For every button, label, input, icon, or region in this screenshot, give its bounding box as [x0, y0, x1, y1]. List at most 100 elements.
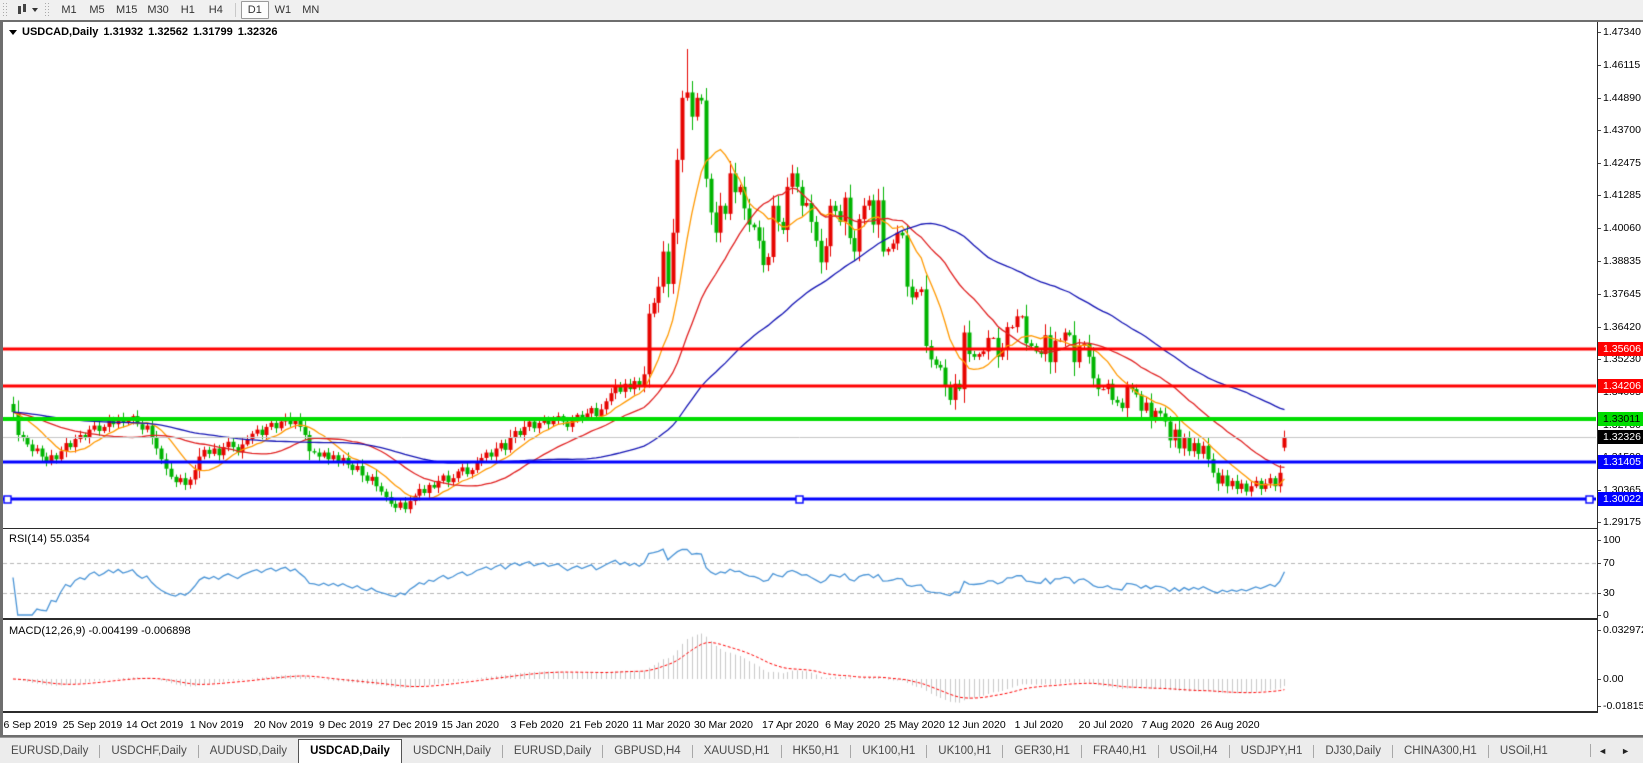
- timeframe-button-m5[interactable]: M5: [83, 1, 111, 19]
- price-tick-label: 1.41285: [1598, 189, 1643, 202]
- chevron-down-icon: [32, 8, 38, 12]
- date-label: 21 Feb 2020: [569, 719, 629, 731]
- price-axis[interactable]: 1.47340 1.46115 1.44890 1.43700 1.42475 1.412…: [1597, 22, 1643, 713]
- price-tick-label: 1.40060: [1598, 222, 1643, 235]
- date-label: 26 Aug 2020: [1200, 719, 1260, 731]
- rsi-tick-label: 0: [1598, 609, 1643, 622]
- date-label: 12 Jun 2020: [947, 719, 1006, 731]
- chart-tab-fra40-h1[interactable]: FRA40,H1: [1082, 741, 1158, 762]
- chart-tab-uk100-h1[interactable]: UK100,H1: [851, 741, 926, 762]
- timeframe-button-m30[interactable]: M30: [142, 1, 173, 19]
- timeframe-button-h1[interactable]: H1: [174, 1, 202, 19]
- date-label: 11 Mar 2020: [632, 719, 691, 731]
- rsi-panel: RSI(14) 55.0354: [3, 530, 1597, 620]
- price-badge: 1.32326: [1598, 430, 1643, 444]
- date-label: 9 Dec 2019: [318, 719, 373, 731]
- chart-tab-audusd-daily[interactable]: AUDUSD,Daily: [199, 741, 298, 762]
- price-badge: 1.34206: [1598, 379, 1643, 394]
- date-label: 1 Nov 2019: [189, 719, 244, 731]
- chart-tab-eurusd-daily[interactable]: EURUSD,Daily: [0, 741, 99, 762]
- timeframe-button-h4[interactable]: H4: [202, 1, 230, 19]
- price-tick-label: 1.44890: [1598, 92, 1643, 105]
- quote-close: 1.32326: [237, 26, 278, 38]
- chart-tab-usdjpy-h1[interactable]: USDJPY,H1: [1230, 741, 1314, 762]
- chart-tab-usoil-h1[interactable]: USOil,H1: [1489, 741, 1559, 762]
- date-label: 27 Dec 2019: [378, 719, 438, 731]
- price-tick-label: 1.47340: [1598, 26, 1643, 39]
- timeframe-button-w1[interactable]: W1: [269, 1, 297, 19]
- date-label: 20 Nov 2019: [253, 719, 314, 731]
- toolbar-grip[interactable]: [2, 3, 9, 17]
- date-label: 1 Jul 2020: [1014, 719, 1064, 731]
- main-chart-canvas[interactable]: [3, 22, 1596, 528]
- timeframe-button-d1[interactable]: D1: [240, 1, 269, 19]
- price-badge: 1.33011: [1598, 411, 1643, 426]
- chart-tab-bar: EURUSD,Daily USDCHF,Daily AUDUSD,Daily USDC…: [0, 737, 1643, 763]
- price-tick-label: 1.43700: [1598, 124, 1643, 137]
- rsi-tick-label: 30: [1598, 587, 1643, 600]
- symbol-period-label: USDCAD,Daily: [22, 26, 99, 38]
- date-label: 15 Jan 2020: [441, 719, 499, 731]
- price-panel: [3, 22, 1597, 529]
- toolbar-grip-2[interactable]: [44, 3, 51, 17]
- candlestick-chart-icon: [17, 4, 28, 16]
- date-label: 3 Feb 2020: [510, 719, 564, 731]
- macd-label: MACD(12,26,9) -0.004199 -0.006898: [9, 625, 191, 637]
- rsi-tick-label: 70: [1598, 557, 1643, 570]
- chart-type-button[interactable]: [13, 3, 42, 17]
- price-tick-label: 1.36420: [1598, 321, 1643, 334]
- scroll-left-icon[interactable]: ◄: [1591, 739, 1614, 763]
- chart-tab-uk100-h1[interactable]: UK100,H1: [927, 741, 1002, 762]
- date-label: 6 Sep 2019: [3, 719, 58, 731]
- macd-tick-label: -0.018154: [1598, 700, 1643, 713]
- date-label: 25 May 2020: [884, 719, 945, 731]
- price-badge: 1.30022: [1598, 492, 1643, 507]
- chart-tab-dj30-daily[interactable]: DJ30,Daily: [1314, 741, 1392, 762]
- price-tick-label: 1.46115: [1598, 59, 1643, 72]
- price-badge: 1.31405: [1598, 454, 1643, 469]
- chart-tab-usoil-h4[interactable]: USOil,H4: [1159, 741, 1229, 762]
- title-dropdown-icon[interactable]: [9, 29, 17, 35]
- time-axis[interactable]: 6 Sep 2019 25 Sep 2019 14 Oct 2019 1 Nov 20…: [3, 715, 1597, 735]
- macd-tick-label: 0.032972: [1598, 624, 1643, 637]
- chart-tab-gbpusd-h4[interactable]: GBPUSD,H4: [603, 741, 691, 762]
- date-label: 17 Apr 2020: [762, 719, 819, 731]
- date-label: 30 Mar 2020: [693, 719, 753, 731]
- date-label: 25 Sep 2019: [62, 719, 123, 731]
- quote-low: 1.31799: [192, 26, 233, 38]
- macd-panel: MACD(12,26,9) -0.004199 -0.006898: [3, 622, 1597, 713]
- timeframe-button-m15[interactable]: M15: [111, 1, 142, 19]
- timeframe-button-mn[interactable]: MN: [297, 1, 325, 19]
- rsi-tick-label: 100: [1598, 534, 1643, 547]
- date-label: 6 May 2020: [825, 719, 880, 731]
- price-tick-label: 1.29175: [1598, 516, 1643, 529]
- macd-canvas[interactable]: [3, 622, 1596, 712]
- timeframe-toolbar: M1 M5 M15 M30 H1 H4 D1 W1 MN: [0, 0, 1643, 20]
- chart-tab-usdcad-daily[interactable]: USDCAD,Daily: [298, 739, 402, 763]
- chart-window: USDCAD,Daily 1.31932 1.32562 1.31799 1.3…: [0, 20, 1643, 737]
- chart-tab-china300-h1[interactable]: CHINA300,H1: [1393, 741, 1488, 762]
- macd-tick-label: 0.00: [1598, 673, 1643, 686]
- chart-tab-hk50-h1[interactable]: HK50,H1: [782, 741, 851, 762]
- rsi-label: RSI(14) 55.0354: [9, 533, 90, 545]
- price-tick-label: 1.38835: [1598, 255, 1643, 268]
- chart-tab-usdchf-daily[interactable]: USDCHF,Daily: [100, 741, 197, 762]
- chart-title: USDCAD,Daily 1.31932 1.32562 1.31799 1.3…: [9, 26, 277, 38]
- date-label: 20 Jul 2020: [1078, 719, 1133, 731]
- price-tick-label: 1.42475: [1598, 157, 1643, 170]
- toolbar-separator: [234, 3, 236, 17]
- quote-high: 1.32562: [148, 26, 188, 38]
- chart-tab-usdcnh-daily[interactable]: USDCNH,Daily: [402, 741, 502, 762]
- chart-tab-xauusd-h1[interactable]: XAUUSD,H1: [693, 741, 781, 762]
- price-tick-label: 1.37645: [1598, 288, 1643, 301]
- chart-tab-eurusd-daily[interactable]: EURUSD,Daily: [503, 741, 602, 762]
- timeframe-button-m1[interactable]: M1: [55, 1, 83, 19]
- trading-platform: M1 M5 M15 M30 H1 H4 D1 W1 MN USDCAD,Daily 1.3193…: [0, 0, 1643, 763]
- price-badge: 1.35606: [1598, 341, 1643, 356]
- date-label: 7 Aug 2020: [1141, 719, 1195, 731]
- date-label: 14 Oct 2019: [126, 719, 184, 731]
- scroll-right-icon[interactable]: ►: [1614, 739, 1637, 763]
- quote-open: 1.31932: [103, 26, 144, 38]
- rsi-canvas[interactable]: [3, 530, 1596, 619]
- chart-tab-ger30-h1[interactable]: GER30,H1: [1003, 741, 1081, 762]
